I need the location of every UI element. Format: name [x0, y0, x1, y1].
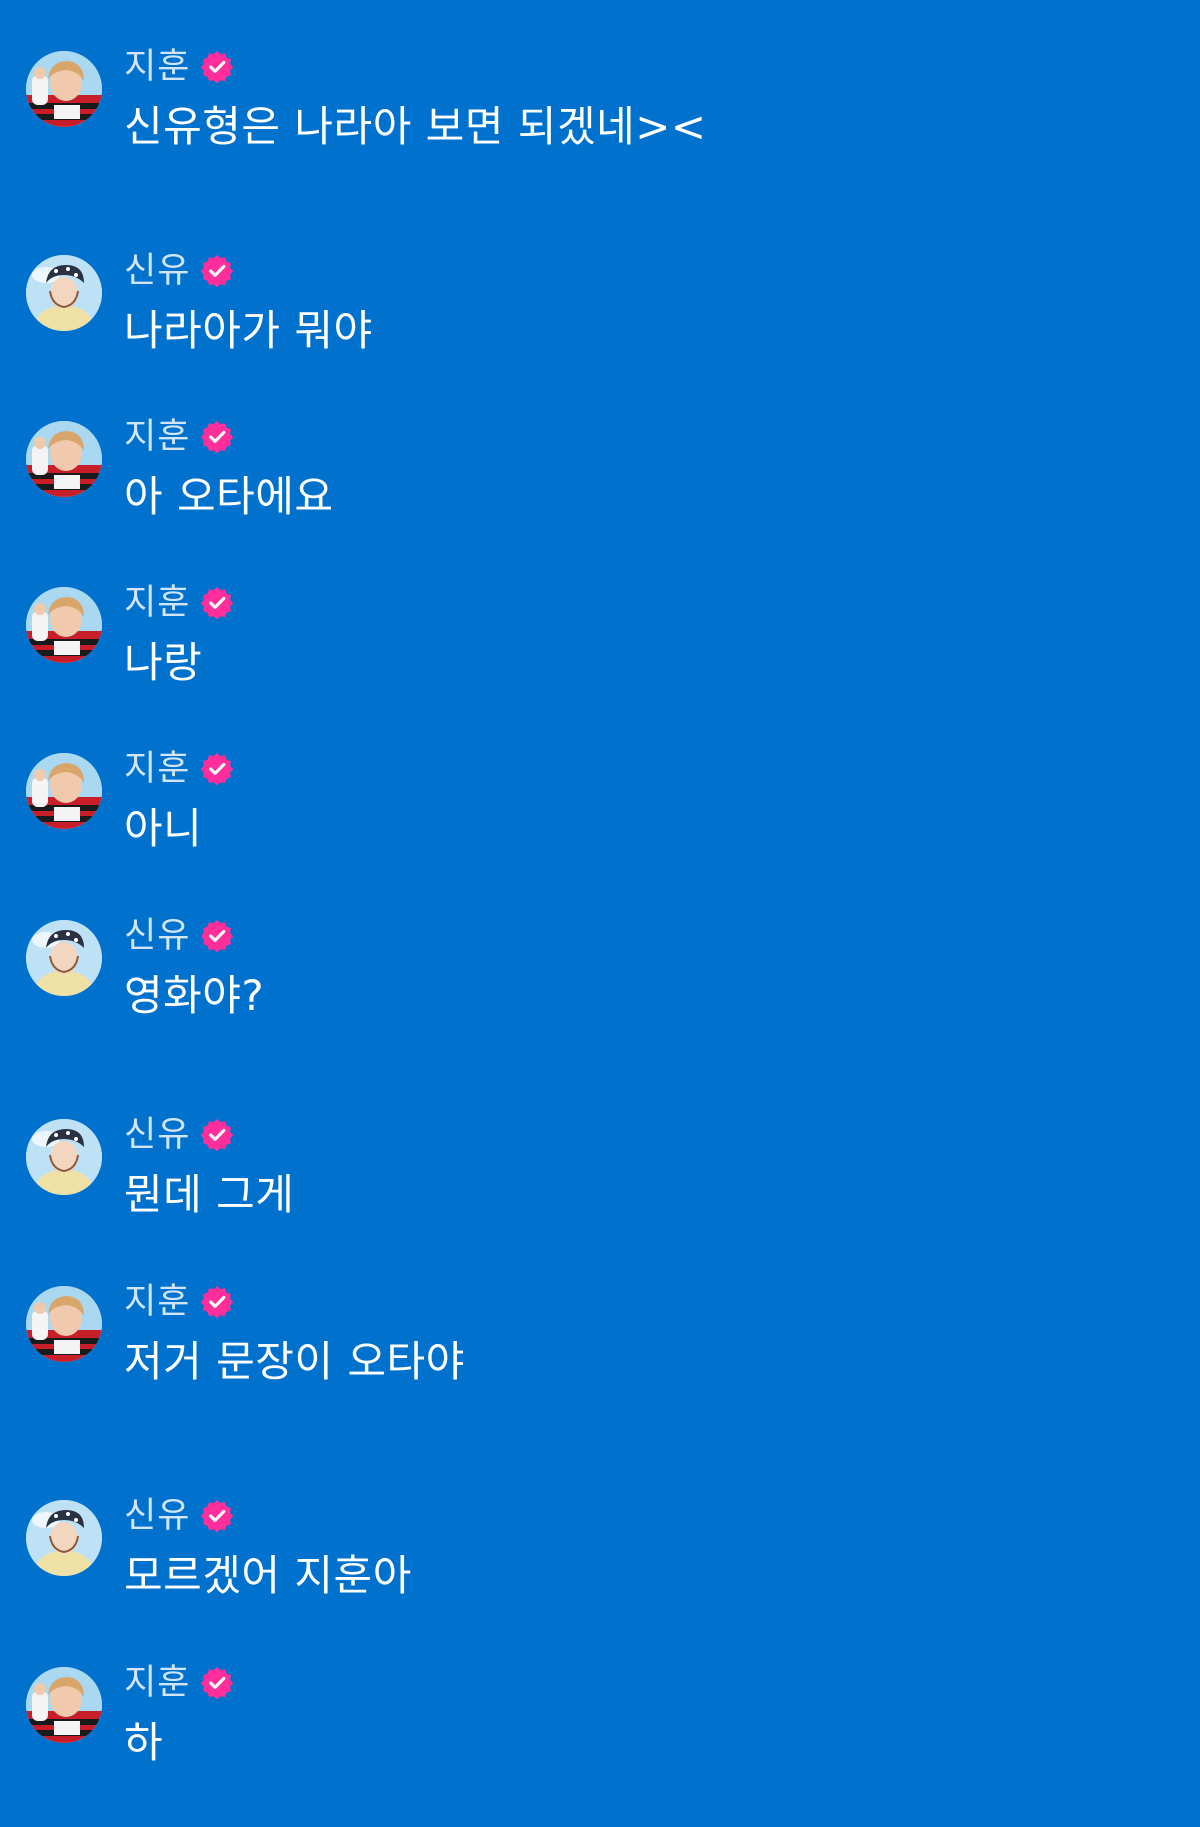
verified-badge-icon	[200, 1499, 235, 1533]
sender-row: 지훈	[124, 747, 235, 791]
message-text: 모르겠어 지훈아	[124, 1551, 412, 1600]
sender-name[interactable]: 지훈	[124, 1280, 190, 1324]
message-text: 영화야?	[124, 971, 265, 1020]
message-text: 하	[124, 1718, 164, 1767]
sender-row: 지훈	[124, 1280, 235, 1324]
avatar-jihoon[interactable]	[26, 1286, 102, 1362]
avatar-jihoon[interactable]	[26, 1667, 102, 1743]
sender-name[interactable]: 지훈	[124, 45, 190, 89]
verified-badge-icon	[200, 1285, 235, 1319]
sender-row: 지훈	[124, 1661, 235, 1705]
chat-message: 신유 영화야?	[0, 916, 1200, 1050]
verified-badge-icon	[200, 50, 235, 84]
message-text: 저거 문장이 오타야	[124, 1337, 465, 1386]
sender-row: 신유	[124, 249, 235, 293]
sender-row: 지훈	[124, 581, 235, 625]
chat-message: 지훈 아니	[0, 749, 1200, 883]
verified-badge-icon	[200, 1118, 235, 1152]
avatar-shinyu[interactable]	[26, 1500, 102, 1576]
avatar-shinyu[interactable]	[26, 255, 102, 331]
message-text: 신유형은 나라아 보면 되겠네><	[124, 102, 707, 151]
chat-message: 신유 모르겠어 지훈아	[0, 1496, 1200, 1630]
sender-name[interactable]: 신유	[124, 249, 190, 293]
sender-name[interactable]: 지훈	[124, 1661, 190, 1705]
sender-name[interactable]: 신유	[124, 914, 190, 958]
chat-message: 지훈 아 오타에요	[0, 417, 1200, 551]
message-text: 나랑	[124, 638, 203, 687]
verified-badge-icon	[200, 752, 235, 786]
chat-message: 지훈 나랑	[0, 583, 1200, 717]
verified-badge-icon	[200, 919, 235, 953]
sender-row: 지훈	[124, 45, 235, 89]
message-text: 나라아가 뭐야	[124, 306, 373, 355]
avatar-jihoon[interactable]	[26, 51, 102, 127]
verified-badge-icon	[200, 1666, 235, 1700]
sender-row: 신유	[124, 914, 235, 958]
avatar-shinyu[interactable]	[26, 1119, 102, 1195]
sender-name[interactable]: 신유	[124, 1494, 190, 1538]
verified-badge-icon	[200, 254, 235, 288]
chat-message: 신유 뭔데 그게	[0, 1115, 1200, 1249]
sender-row: 신유	[124, 1113, 235, 1157]
chat-message: 지훈 하	[0, 1663, 1200, 1797]
avatar-jihoon[interactable]	[26, 753, 102, 829]
avatar-shinyu[interactable]	[26, 920, 102, 996]
sender-row: 지훈	[124, 415, 235, 459]
message-text: 뭔데 그게	[124, 1170, 295, 1219]
avatar-jihoon[interactable]	[26, 421, 102, 497]
chat-message: 신유 나라아가 뭐야	[0, 251, 1200, 385]
chat-message: 지훈 저거 문장이 오타야	[0, 1282, 1200, 1416]
avatar-jihoon[interactable]	[26, 587, 102, 663]
sender-name[interactable]: 지훈	[124, 581, 190, 625]
verified-badge-icon	[200, 586, 235, 620]
sender-name[interactable]: 지훈	[124, 747, 190, 791]
verified-badge-icon	[200, 420, 235, 454]
chat-message: 지훈 신유형은 나라아 보면 되겠네><	[0, 47, 1200, 181]
message-text: 아니	[124, 804, 203, 853]
message-text: 아 오타에요	[124, 472, 334, 521]
sender-name[interactable]: 지훈	[124, 415, 190, 459]
sender-row: 신유	[124, 1494, 235, 1538]
sender-name[interactable]: 신유	[124, 1113, 190, 1157]
